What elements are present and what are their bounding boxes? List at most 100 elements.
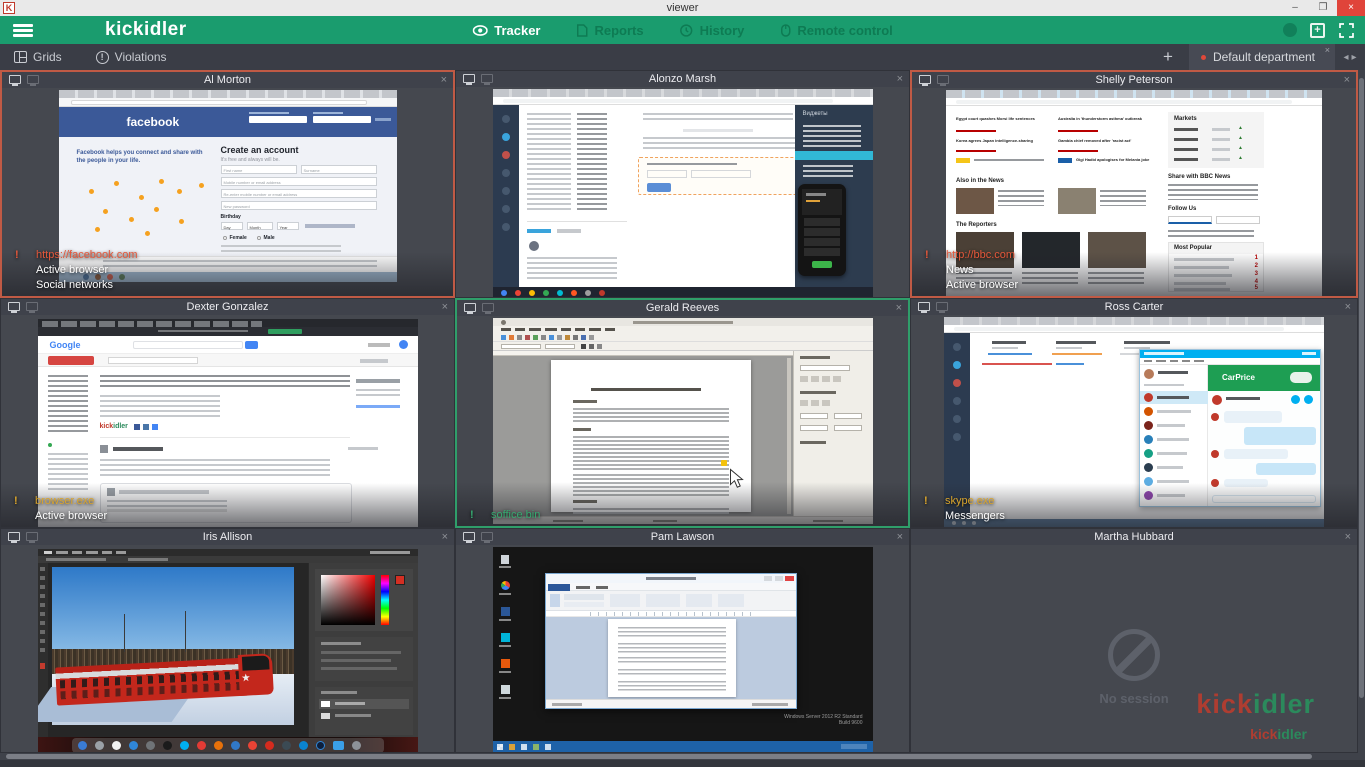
no-session-area: No session kickidler kickidler: [911, 545, 1357, 752]
close-tile-icon[interactable]: ×: [1345, 531, 1351, 543]
tile-pam-lawson[interactable]: Pam Lawson ×: [455, 528, 910, 753]
tile-dexter-gonzalez[interactable]: Dexter Gonzalez × Google: [0, 298, 455, 528]
screen-thumbnail[interactable]: [493, 318, 873, 524]
employee-name: Alonzo Marsh: [456, 73, 909, 85]
status-line: Messengers: [945, 509, 1005, 524]
phone-dialer: [798, 184, 846, 276]
minimize-button[interactable]: –: [1281, 0, 1309, 16]
close-button[interactable]: ×: [1337, 0, 1365, 16]
fullscreen-icon[interactable]: [1338, 22, 1355, 39]
monitor-icon: [8, 302, 20, 311]
tile-header: Alonzo Marsh ×: [456, 71, 909, 87]
tile-iris-allison[interactable]: Iris Allison ×: [0, 528, 455, 753]
close-tile-icon[interactable]: ×: [1345, 301, 1351, 313]
tab-default-department[interactable]: Default department ×: [1189, 44, 1335, 70]
secondary-screen-icon: [937, 75, 949, 84]
screen-thumbnail[interactable]: Windows Server 2012 R2 Standard Build 96…: [493, 547, 873, 752]
close-tile-icon[interactable]: ×: [897, 531, 903, 543]
facebook-tagline: Facebook helps you connect and share wit…: [77, 149, 207, 165]
employee-grid: Al Morton × facebook Facebook helps y: [0, 70, 1358, 753]
close-tile-icon[interactable]: ×: [441, 74, 447, 86]
close-tile-icon[interactable]: ×: [897, 73, 903, 85]
tile-header: Pam Lawson ×: [456, 529, 909, 545]
grids-button[interactable]: Grids: [14, 50, 62, 64]
screen-thumbnail[interactable]: ★: [38, 549, 418, 753]
bbc-share-heading: Share with BBC News: [1168, 174, 1230, 180]
close-tile-icon[interactable]: ×: [442, 531, 448, 543]
screen-thumbnail[interactable]: Виджеты: [493, 89, 873, 298]
grids-icon: [14, 51, 27, 63]
employee-name: Ross Carter: [911, 301, 1357, 313]
tile-al-morton[interactable]: Al Morton × facebook Facebook helps y: [0, 70, 455, 298]
status-line: Active browser: [946, 278, 1018, 293]
report-icon: [577, 24, 588, 37]
horizontal-scrollbar[interactable]: [0, 753, 1358, 760]
monitor-icon: [463, 74, 475, 83]
close-tile-icon[interactable]: ×: [1344, 74, 1350, 86]
window-title: viewer: [0, 2, 1365, 14]
secondary-screen-icon: [482, 303, 494, 312]
vertical-scrollbar[interactable]: [1358, 70, 1365, 753]
horizontal-scrollbar-thumb[interactable]: [6, 754, 1312, 759]
vertical-scrollbar-thumb[interactable]: [1359, 78, 1364, 698]
tab-history[interactable]: History: [680, 23, 745, 38]
tile-martha-hubbard[interactable]: Martha Hubbard × No session kickidler ki…: [910, 528, 1358, 753]
google-logo: Google: [50, 340, 81, 350]
violation-url: https://facebook.com: [36, 248, 138, 263]
status-line: News: [946, 263, 974, 278]
kickidler-watermark-large: kickidler: [1196, 689, 1315, 720]
mac-dock: [38, 737, 418, 753]
employee-name: Gerald Reeves: [457, 302, 908, 314]
bbc-section-heading: The Reporters: [956, 222, 997, 228]
no-session-icon: [1108, 629, 1160, 681]
skype-window: CarPrice: [1139, 349, 1321, 507]
monitor-icon: [8, 532, 20, 541]
scroll-tabs-left-icon[interactable]: ◂: [1343, 52, 1348, 63]
tile-status: !browser.exe Active browser: [9, 494, 107, 524]
remote-taskbar: [493, 741, 873, 752]
tile-gerald-reeves[interactable]: Gerald Reeves ×: [455, 298, 910, 528]
tile-status: !http://bbc.com News Active browser: [920, 248, 1018, 293]
mouse-cursor: [729, 468, 744, 489]
os-titlebar: K viewer – ❐ ×: [0, 0, 1365, 16]
employee-name: Pam Lawson: [456, 531, 909, 543]
kickidler-watermark-small: kickidler: [1250, 726, 1307, 742]
menu-icon[interactable]: [13, 24, 33, 37]
bbc-section-heading: Also in the News: [956, 178, 1004, 184]
highlight-marker: [721, 460, 727, 466]
window-bottom-edge: [0, 760, 1365, 767]
facebook-logo: facebook: [127, 115, 180, 129]
scroll-tabs-right-icon[interactable]: ▸: [1352, 52, 1357, 63]
close-tile-icon[interactable]: ×: [442, 301, 448, 313]
monitor-icon: [9, 75, 21, 84]
employee-name: Dexter Gonzalez: [1, 301, 454, 313]
secondary-screen-icon: [26, 302, 38, 311]
tile-header: Martha Hubbard ×: [911, 529, 1357, 545]
app-header: kickidler Tracker Reports History Remote…: [0, 16, 1365, 44]
status-line: Active browser: [35, 509, 107, 524]
tile-header: Gerald Reeves ×: [457, 300, 908, 316]
tab-reports[interactable]: Reports: [577, 23, 644, 38]
photoshop-panels: [308, 563, 418, 737]
tab-tracker[interactable]: Tracker: [472, 23, 540, 38]
add-grid-tab-button[interactable]: +: [1163, 47, 1173, 67]
widgets-title: Виджеты: [803, 111, 828, 117]
employee-name: Shelly Peterson: [912, 74, 1356, 86]
close-tab-icon[interactable]: ×: [1325, 45, 1330, 55]
session-indicator-icon: [1283, 23, 1297, 37]
tab-remote-control[interactable]: Remote control: [780, 23, 892, 38]
tile-header: Iris Allison ×: [1, 529, 454, 545]
restore-button[interactable]: ❐: [1309, 0, 1337, 16]
tile-ross-carter[interactable]: Ross Carter ×: [910, 298, 1358, 528]
properties-panel: [793, 351, 873, 516]
tile-header: Shelly Peterson ×: [912, 72, 1356, 88]
tile-alonzo-marsh[interactable]: Alonzo Marsh ×: [455, 70, 910, 298]
kickidler-signature-logo: kickidler: [100, 423, 128, 430]
bbc-markets-box: Markets ▲ ▲ ▲ ▲: [1168, 112, 1264, 168]
violations-button[interactable]: ! Violations: [96, 50, 167, 64]
tile-status: !https://facebook.com Active browser Soc…: [10, 248, 138, 293]
close-tile-icon[interactable]: ×: [896, 302, 902, 314]
tile-shelly-peterson[interactable]: Shelly Peterson × Egypt court quashes Mo…: [910, 70, 1358, 298]
tile-status: !soffice.bin: [465, 508, 540, 523]
new-window-icon[interactable]: +: [1310, 23, 1325, 38]
